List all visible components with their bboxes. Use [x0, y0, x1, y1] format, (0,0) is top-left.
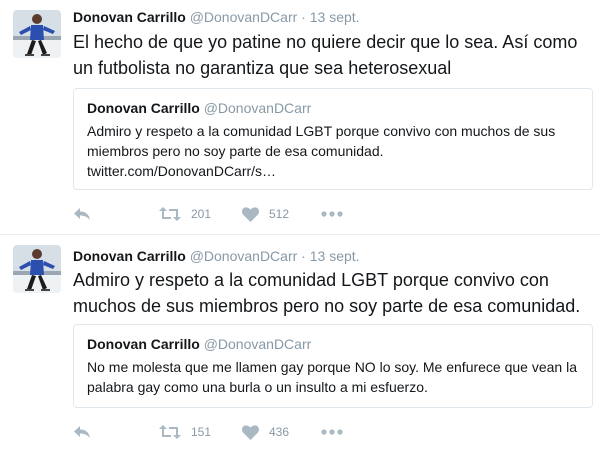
heart-icon — [242, 206, 259, 222]
author-name[interactable]: Donovan Carrillo — [73, 9, 186, 25]
like-button[interactable]: 512 — [242, 202, 289, 226]
like-count: 512 — [269, 207, 290, 221]
tweet-actions: 151 436 — [73, 420, 373, 444]
more-button[interactable] — [321, 202, 343, 226]
separator: · — [301, 9, 306, 25]
avatar-image — [13, 10, 61, 58]
quoted-author-handle: @DonovanDCarr — [203, 336, 312, 352]
heart-icon — [242, 424, 259, 440]
separator: · — [301, 248, 306, 264]
retweet-icon — [159, 207, 181, 221]
avatar-image — [13, 245, 61, 293]
more-icon — [321, 429, 343, 435]
quoted-tweet-text: No me molesta que me llamen gay porque N… — [87, 359, 577, 395]
reply-icon — [74, 208, 90, 220]
tweet-text: Admiro y respeto a la comunidad LGBT por… — [73, 270, 581, 316]
quoted-author-handle: @DonovanDCarr — [203, 100, 312, 116]
tweet[interactable]: Donovan Carrillo @DonovanDCarr · 13 sept… — [0, 235, 600, 455]
quoted-tweet-header: Donovan Carrillo @DonovanDCarr — [87, 99, 311, 117]
tweet-actions: 201 512 — [73, 202, 373, 226]
avatar[interactable] — [13, 10, 61, 58]
tweet[interactable]: Donovan Carrillo @DonovanDCarr · 13 sept… — [0, 0, 600, 234]
quoted-tweet[interactable]: Donovan Carrillo @DonovanDCarr No me mol… — [73, 324, 593, 408]
timestamp[interactable]: 13 sept. — [310, 248, 360, 264]
author-handle[interactable]: @DonovanDCarr — [190, 248, 298, 264]
quoted-author-name: Donovan Carrillo — [87, 336, 200, 352]
like-button[interactable]: 436 — [242, 420, 289, 444]
quoted-tweet[interactable]: Donovan Carrillo @DonovanDCarr Admiro y … — [73, 88, 593, 190]
more-button[interactable] — [321, 420, 343, 444]
tweet-text: El hecho de que yo patine no quiere deci… — [73, 32, 578, 78]
retweet-icon — [159, 425, 181, 439]
quoted-tweet-text: Admiro y respeto a la comunidad LGBT por… — [87, 123, 556, 159]
quoted-author-name: Donovan Carrillo — [87, 100, 200, 116]
retweet-button[interactable]: 151 — [159, 420, 211, 444]
reply-button[interactable] — [73, 202, 91, 226]
more-icon — [321, 211, 343, 217]
tweet-header: Donovan Carrillo @DonovanDCarr · 13 sept… — [73, 247, 360, 265]
reply-button[interactable] — [73, 420, 91, 444]
tweet-header: Donovan Carrillo @DonovanDCarr · 13 sept… — [73, 8, 360, 26]
like-count: 436 — [269, 425, 290, 439]
author-name[interactable]: Donovan Carrillo — [73, 248, 186, 264]
author-handle[interactable]: @DonovanDCarr — [190, 9, 298, 25]
quoted-tweet-header: Donovan Carrillo @DonovanDCarr — [87, 335, 311, 353]
retweet-count: 151 — [191, 425, 212, 439]
reply-icon — [74, 426, 90, 438]
timestamp[interactable]: 13 sept. — [310, 9, 360, 25]
retweet-count: 201 — [191, 207, 212, 221]
quoted-tweet-link[interactable]: twitter.com/DonovanDCarr/s… — [87, 161, 582, 181]
retweet-button[interactable]: 201 — [159, 202, 211, 226]
avatar[interactable] — [13, 245, 61, 293]
